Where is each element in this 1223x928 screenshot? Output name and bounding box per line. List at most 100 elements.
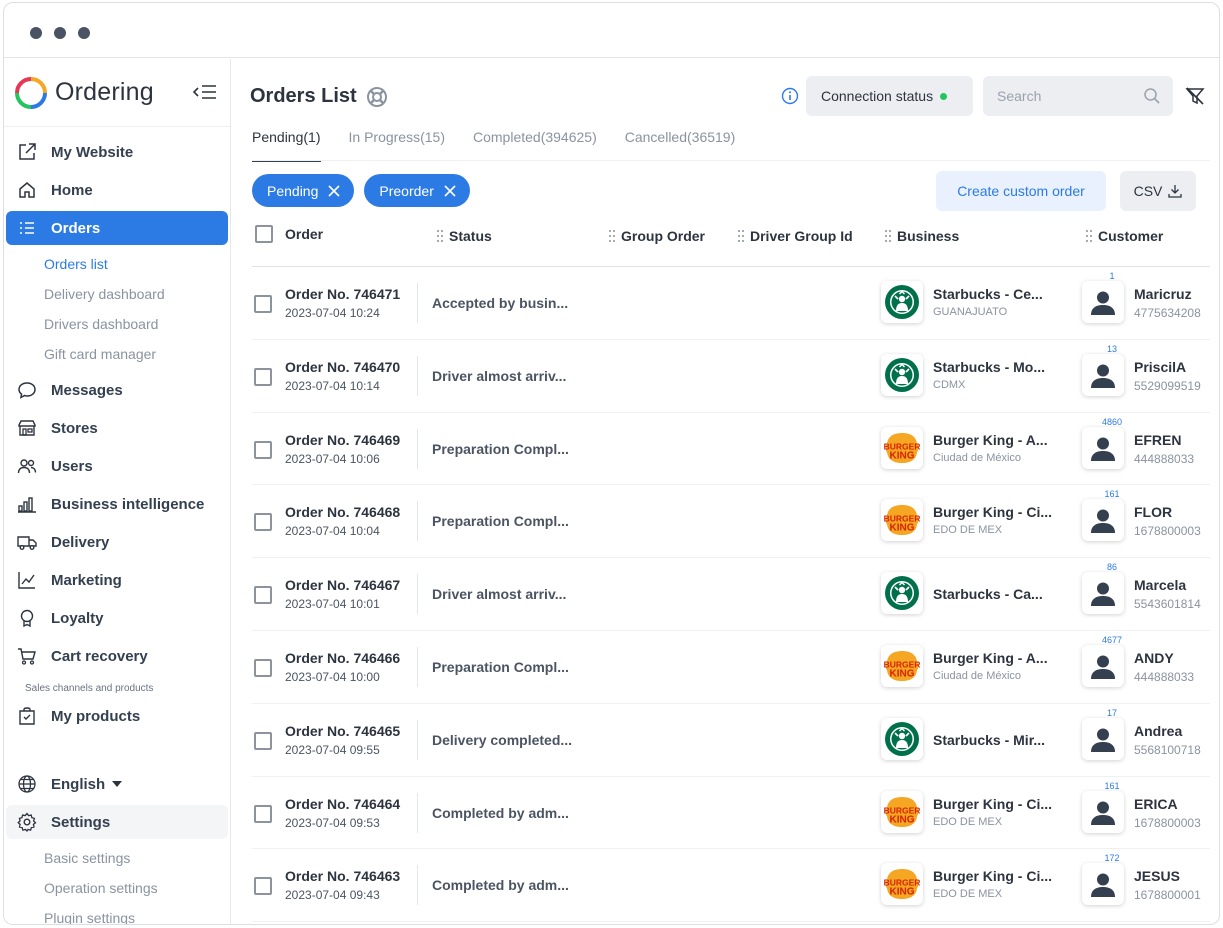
drag-handle-icon[interactable] bbox=[736, 229, 746, 243]
user-icon bbox=[1091, 509, 1115, 534]
customer-order-count: 172 bbox=[1104, 853, 1120, 864]
connection-status-button[interactable]: Connection status bbox=[806, 76, 973, 116]
sidebar-subitem-delivery-dashboard[interactable]: Delivery dashboard bbox=[4, 279, 230, 309]
order-date: 2023-07-04 09:43 bbox=[285, 888, 380, 903]
sidebar-subitem-drivers-dashboard[interactable]: Drivers dashboard bbox=[4, 309, 230, 339]
column-customer[interactable]: Customer bbox=[1084, 228, 1163, 244]
lifebuoy-icon[interactable] bbox=[366, 86, 388, 108]
sidebar-subitem-orders-list[interactable]: Orders list bbox=[4, 249, 230, 279]
table-row[interactable]: Order No. 746471 2023-07-04 10:24 Accept… bbox=[252, 267, 1210, 340]
page-title: Orders List bbox=[250, 85, 357, 107]
sidebar-item-home[interactable]: Home bbox=[6, 173, 228, 207]
language-label: English bbox=[51, 775, 106, 793]
sidebar-subitem-plugin-settings[interactable]: Plugin settings bbox=[4, 903, 230, 924]
sidebar-item-users[interactable]: Users bbox=[6, 449, 228, 483]
sidebar-item-stores[interactable]: Stores bbox=[6, 411, 228, 445]
row-checkbox[interactable] bbox=[254, 586, 272, 605]
table-row[interactable]: Order No. 746467 2023-07-04 10:01 Driver… bbox=[252, 558, 1210, 631]
row-checkbox[interactable] bbox=[254, 295, 272, 313]
sidebar-subitem-basic-settings[interactable]: Basic settings bbox=[4, 843, 230, 873]
sidebar-item-label: Marketing bbox=[51, 571, 122, 589]
sidebar-item-label: Stores bbox=[51, 419, 98, 437]
user-icon bbox=[1091, 364, 1115, 388]
row-checkbox[interactable] bbox=[254, 877, 272, 896]
sidebar-item-messages[interactable]: Messages bbox=[6, 373, 228, 407]
customer-order-count: 4677 bbox=[1101, 634, 1123, 645]
search-icon[interactable] bbox=[1143, 87, 1161, 105]
customer-avatar bbox=[1082, 717, 1124, 760]
sidebar-item-delivery[interactable]: Delivery bbox=[6, 525, 228, 559]
business-city: EDO DE MEX bbox=[933, 815, 1003, 828]
order-status: Completed by adm... bbox=[432, 877, 569, 894]
table-row[interactable]: Order No. 746469 2023-07-04 10:06 Prepar… bbox=[252, 413, 1210, 486]
business-logo bbox=[881, 572, 923, 615]
brand-name: Ordering bbox=[55, 78, 154, 106]
table-row[interactable]: Order No. 746468 2023-07-04 10:04 Prepar… bbox=[252, 485, 1210, 559]
row-checkbox[interactable] bbox=[254, 513, 272, 532]
filter-off-icon[interactable] bbox=[1185, 86, 1205, 106]
customer-phone: 1678800003 bbox=[1134, 815, 1201, 830]
info-icon[interactable] bbox=[781, 87, 799, 105]
sidebar-item-my-website[interactable]: My Website bbox=[6, 135, 228, 169]
sidebar-subitem-operation-settings[interactable]: Operation settings bbox=[4, 873, 230, 903]
tab-pending[interactable]: Pending(1) bbox=[252, 127, 321, 162]
select-all-checkbox[interactable] bbox=[255, 225, 273, 243]
sidebar-item-settings[interactable]: Settings bbox=[6, 805, 228, 839]
column-header-status: Status bbox=[449, 228, 492, 244]
tab-completed[interactable]: Completed(394625) bbox=[473, 127, 597, 161]
close-icon[interactable] bbox=[327, 184, 341, 198]
tab-in-progress[interactable]: In Progress(15) bbox=[349, 127, 445, 161]
user-icon bbox=[1091, 291, 1115, 315]
ordering-logo-icon bbox=[15, 76, 47, 109]
customer-order-count: 4860 bbox=[1101, 416, 1123, 427]
drag-handle-icon[interactable] bbox=[607, 229, 617, 243]
tab-cancelled[interactable]: Cancelled(36519) bbox=[625, 127, 736, 161]
column-status[interactable]: Status bbox=[435, 228, 492, 244]
sidebar-item-cart-recovery[interactable]: Cart recovery bbox=[6, 639, 228, 673]
column-divider bbox=[417, 865, 418, 906]
business-name: Burger King - A... bbox=[933, 649, 1048, 666]
csv-export-button[interactable]: CSV bbox=[1120, 171, 1196, 211]
status-online-dot bbox=[940, 92, 948, 100]
sidebar-item-business-intelligence[interactable]: Business intelligence bbox=[6, 487, 228, 521]
filter-chip-preorder[interactable]: Preorder bbox=[364, 174, 470, 207]
column-driver-group-id[interactable]: Driver Group Id bbox=[736, 228, 853, 244]
table-row[interactable]: Order No. 746466 2023-07-04 10:00 Prepar… bbox=[252, 631, 1210, 704]
order-date: 2023-07-04 10:24 bbox=[285, 306, 380, 320]
table-row[interactable]: Order No. 746463 2023-07-04 09:43 Comple… bbox=[252, 849, 1210, 923]
business-name: Burger King - Ci... bbox=[933, 504, 1052, 521]
drag-handle-icon[interactable] bbox=[883, 229, 893, 243]
row-checkbox[interactable] bbox=[254, 658, 272, 677]
drag-handle-icon[interactable] bbox=[1084, 229, 1094, 243]
sidebar-item-loyalty[interactable]: Loyalty bbox=[6, 601, 228, 635]
table-row[interactable]: Order No. 746464 2023-07-04 09:53 Comple… bbox=[252, 777, 1210, 850]
column-group-order[interactable]: Group Order bbox=[607, 228, 705, 244]
business-logo: BURGER KING bbox=[881, 499, 923, 542]
row-checkbox[interactable] bbox=[254, 367, 272, 386]
award-icon bbox=[16, 607, 38, 629]
drag-handle-icon[interactable] bbox=[435, 229, 445, 243]
customer-order-count: 161 bbox=[1104, 489, 1120, 500]
filter-chip-pending[interactable]: Pending bbox=[252, 174, 355, 207]
language-selector[interactable]: English bbox=[6, 767, 228, 801]
column-business[interactable]: Business bbox=[883, 228, 959, 244]
order-number: Order No. 746469 bbox=[285, 431, 401, 448]
collapse-sidebar-icon[interactable] bbox=[192, 81, 218, 103]
row-checkbox[interactable] bbox=[254, 731, 272, 750]
business-city: CDMX bbox=[933, 378, 966, 391]
sidebar-item-my-products[interactable]: My products bbox=[6, 699, 228, 733]
table-row[interactable]: Order No. 746470 2023-07-04 10:14 Driver… bbox=[252, 340, 1210, 413]
create-custom-order-button[interactable]: Create custom order bbox=[936, 171, 1106, 211]
customer-phone: 444888033 bbox=[1134, 451, 1195, 466]
row-checkbox[interactable] bbox=[254, 804, 272, 823]
customer-phone: 5529099519 bbox=[1134, 378, 1201, 393]
row-checkbox[interactable] bbox=[254, 440, 272, 459]
app-window: Ordering My Website Home Orders Orders l… bbox=[3, 2, 1220, 925]
sidebar-subitem-gift-card-manager[interactable]: Gift card manager bbox=[4, 339, 230, 369]
close-icon[interactable] bbox=[443, 184, 457, 198]
table-row[interactable]: Order No. 746465 2023-07-04 09:55 Delive… bbox=[252, 704, 1210, 777]
sidebar-item-marketing[interactable]: Marketing bbox=[6, 563, 228, 597]
sidebar-item-orders[interactable]: Orders bbox=[6, 211, 228, 245]
customer-avatar bbox=[1082, 499, 1124, 542]
title-bar bbox=[4, 3, 1219, 58]
